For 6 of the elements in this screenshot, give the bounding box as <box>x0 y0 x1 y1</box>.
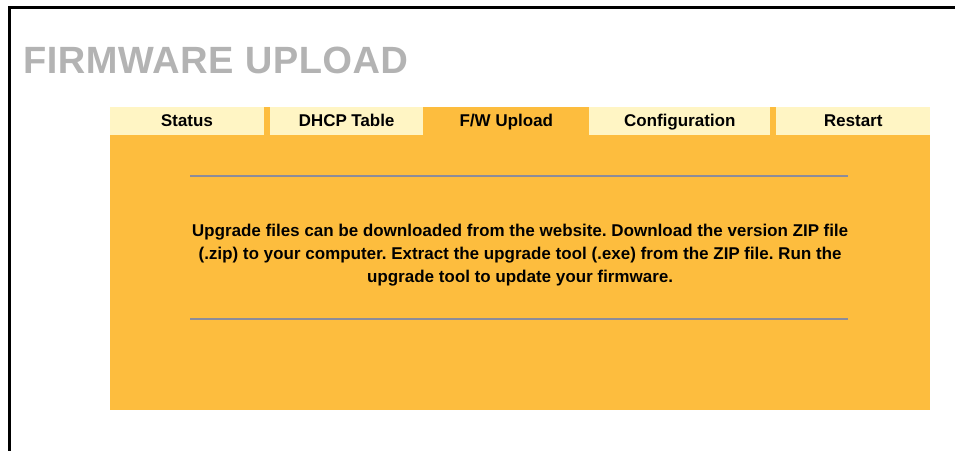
page-title: FIRMWARE UPLOAD <box>22 39 410 83</box>
tab[interactable]: DHCP Table <box>270 107 424 135</box>
tab[interactable]: Restart <box>776 107 930 135</box>
tab[interactable]: Status <box>110 107 264 135</box>
tab[interactable]: Configuration <box>589 107 770 135</box>
instructions-text: Upgrade files can be downloaded from the website. Download the version ZIP file (.zip) to your computer. Extract the upgrade tool (.exe) from the ZIP file. Run the upgrade tool to update your firmware. <box>190 220 850 288</box>
